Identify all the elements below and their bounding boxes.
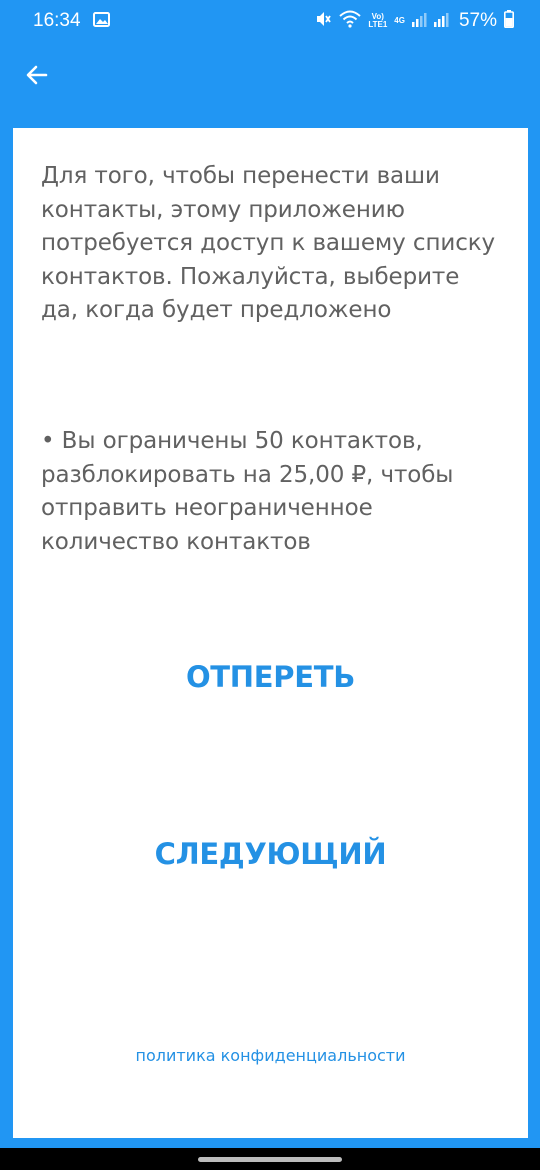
status-bar: 16:34 Vo) LTE1 4G 57% <box>0 0 540 42</box>
battery-percent: 57% <box>458 10 497 31</box>
gallery-icon <box>92 11 110 31</box>
wifi-icon <box>339 10 361 32</box>
signal-icon <box>411 11 452 31</box>
volte-indicator: Vo) LTE1 <box>368 13 387 29</box>
content-card: Для того, чтобы перенести ваши контакты,… <box>13 128 528 1138</box>
back-button[interactable] <box>18 58 56 96</box>
app-bar <box>0 42 540 118</box>
limit-text: • Вы ограничены 50 контактов, разблокиро… <box>41 428 454 555</box>
volte-bottom-label: LTE1 <box>368 20 388 29</box>
next-button[interactable]: СЛЕДУЮЩИЙ <box>13 831 528 877</box>
mute-icon <box>314 10 332 32</box>
restore-button[interactable]: ОТПЕРЕТЬ <box>13 654 528 700</box>
intro-text: Для того, чтобы перенести ваши контакты,… <box>41 163 496 323</box>
status-left: 16:34 <box>33 10 110 32</box>
status-right: Vo) LTE1 4G 57% <box>314 10 514 32</box>
navigation-bar <box>0 1148 540 1170</box>
home-gesture-handle[interactable] <box>198 1157 342 1162</box>
arrow-back-icon <box>25 63 49 91</box>
network-type: 4G <box>394 16 405 25</box>
battery-icon <box>504 10 514 32</box>
status-time: 16:34 <box>33 10 81 31</box>
privacy-policy-link[interactable]: политика конфиденциальности <box>13 1046 528 1065</box>
